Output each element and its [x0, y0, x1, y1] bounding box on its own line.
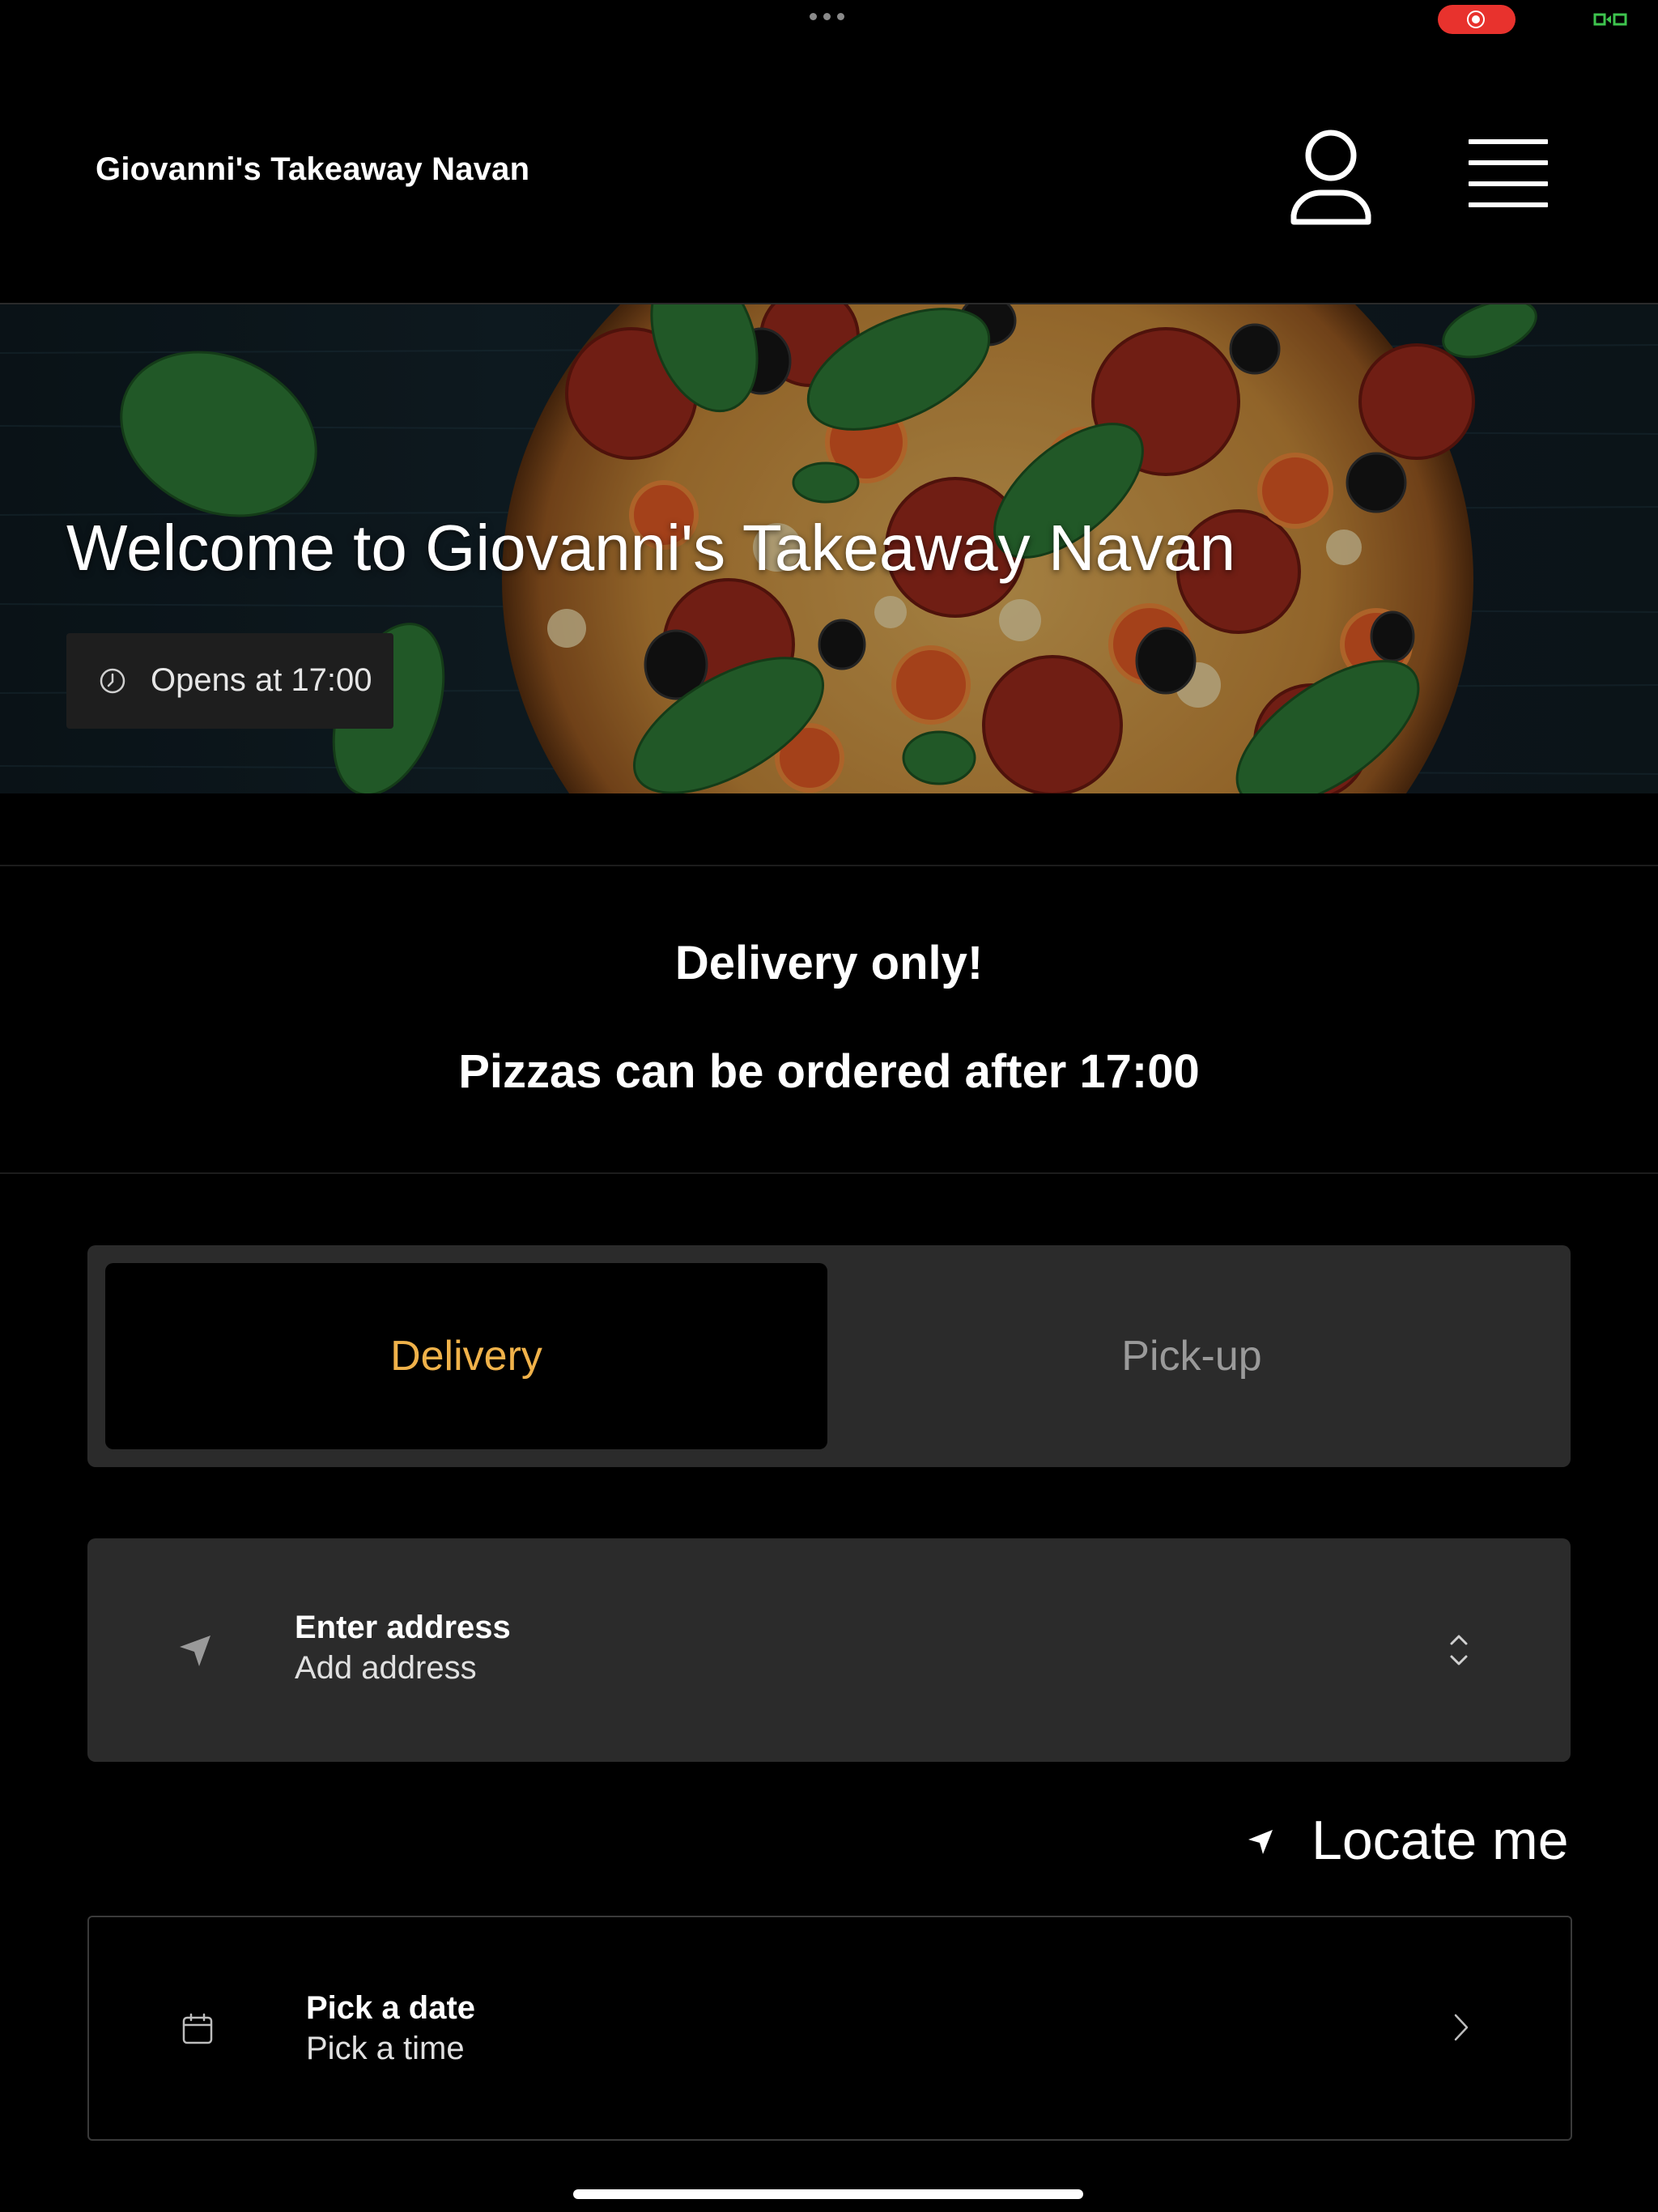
order-time-notice: Pizzas can be ordered after 17:00 [458, 1045, 1200, 1098]
hamburger-menu-icon[interactable] [1465, 136, 1553, 209]
time-subtitle: Pick a time [306, 2031, 465, 2066]
calendar-icon [182, 2013, 213, 2044]
opening-hours-badge: Opens at 17:00 [66, 633, 393, 729]
address-title: Enter address [295, 1610, 511, 1645]
chevron-right-icon [1454, 2014, 1469, 2041]
home-indicator[interactable] [573, 2189, 1083, 2199]
opening-hours-text: Opens at 17:00 [151, 662, 372, 698]
divider [0, 1172, 1658, 1174]
locate-me-button[interactable]: Locate me [1247, 1807, 1571, 1872]
locate-me-label: Locate me [1312, 1810, 1569, 1871]
person-icon[interactable] [1289, 125, 1373, 230]
multitasking-dots[interactable] [810, 13, 844, 20]
top-header: Giovanni's Takeaway Navan [0, 49, 1658, 304]
order-mode-toggle: Delivery Pick-up [87, 1245, 1571, 1467]
date-time-picker[interactable]: Pick a date Pick a time [87, 1916, 1572, 2141]
divider [0, 865, 1658, 866]
restaurant-name[interactable]: Giovanni's Takeaway Navan [96, 151, 529, 188]
screen-recording-indicator [1438, 5, 1516, 34]
delivery-only-notice: Delivery only! [674, 937, 984, 989]
hero-banner: Welcome to Giovanni's Takeaway Navan Ope… [0, 304, 1658, 793]
battery-icon [1593, 13, 1627, 26]
location-arrow-icon [1248, 1830, 1273, 1854]
chevron-up-down-icon [1450, 1635, 1468, 1665]
welcome-title: Welcome to Giovanni's Takeaway Navan [66, 512, 1236, 584]
pickup-tab[interactable]: Pick-up [831, 1263, 1553, 1449]
clock-icon [100, 668, 125, 694]
location-arrow-icon [180, 1636, 210, 1666]
address-subtitle: Add address [295, 1650, 477, 1686]
address-selector[interactable]: Enter address Add address [87, 1538, 1571, 1762]
app-screen: Giovanni's Takeaway Navan Welcome to Gio… [0, 0, 1658, 2212]
delivery-tab[interactable]: Delivery [105, 1263, 827, 1449]
date-title: Pick a date [306, 1990, 476, 2026]
